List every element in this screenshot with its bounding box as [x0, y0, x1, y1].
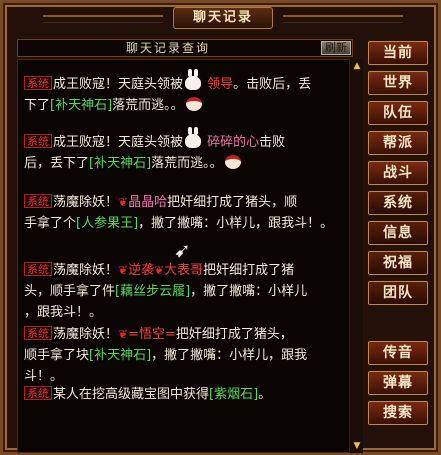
search-button[interactable]: 搜索 [368, 401, 428, 425]
message-text: 击败 [259, 135, 286, 150]
message-text: 斗！。 [24, 369, 64, 384]
chat-scrollbar[interactable]: ▲ ▼ [349, 59, 363, 453]
message-text: ，撇了撇嘴：小样儿，跟我 [151, 348, 308, 363]
title-ornament-left [43, 15, 163, 23]
message-text: 下了 [24, 98, 51, 113]
system-tag[interactable]: 系统 [24, 76, 52, 90]
message-text: ，跟我斗！。 [24, 305, 103, 320]
item-link[interactable]: [藕丝步云履] [115, 284, 190, 299]
whisper-button[interactable]: 传音 [368, 341, 428, 365]
item-link[interactable]: [补天神石] [89, 348, 151, 363]
double-chevron-down-icon[interactable]: ▼ [350, 439, 364, 453]
channel-button-current[interactable]: 当前 [368, 41, 428, 65]
system-tag[interactable]: 系统 [24, 194, 52, 208]
player-name[interactable]: 晶晶哈 [128, 195, 167, 210]
window-title: 聊天记录 [173, 7, 273, 29]
system-tag[interactable]: 系统 [24, 386, 52, 400]
chat-message-list[interactable]: 系统 成王败寇！天庭头领被 领导。击败后，丢 下了[补天神石]落荒而逃。。 系统成… [17, 59, 351, 453]
message-text: 荡魔除妖！ [53, 263, 119, 278]
message-text: ，撇了撇嘴：小样儿，跟我斗！。 [138, 216, 334, 231]
double-chevron-up-icon[interactable]: ▲ [350, 59, 364, 73]
player-name[interactable]: 碎碎的心 [207, 135, 259, 150]
barrage-button[interactable]: 弹幕 [368, 371, 428, 395]
message-text: 顺手拿了块 [24, 348, 90, 363]
chat-message: 系统 某人在挖高级藏宝图中获得[紫烟石]。 [24, 384, 346, 405]
message-text: 成王败寇！天庭头领被 [53, 135, 184, 150]
channel-button-guild[interactable]: 帮派 [368, 131, 428, 155]
system-tag[interactable]: 系统 [24, 326, 52, 340]
face-emote-icon [185, 97, 202, 111]
player-name-suffix[interactable]: 大表哥 [164, 263, 203, 278]
message-text: 。 [258, 387, 272, 402]
system-tag[interactable]: 系统 [24, 262, 52, 276]
message-text: 荡魔除妖！ [53, 327, 119, 342]
message-text: 。击败后，丢 [233, 77, 312, 92]
message-text: 手拿了个 [24, 216, 77, 231]
query-label: 聊天记录查询 [125, 41, 210, 55]
message-text: 把奸细打成了猪头，顺 [167, 195, 298, 210]
item-link[interactable]: [紫烟石] [209, 387, 258, 402]
message-text: 落荒而逃。。 [151, 156, 223, 171]
channel-button-battle[interactable]: 战斗 [368, 161, 428, 185]
message-text: 把奸细打成了猪 [203, 263, 295, 278]
channel-button-world[interactable]: 世界 [368, 71, 428, 95]
player-name[interactable]: 领导 [207, 77, 233, 92]
message-text: 落荒而逃。。 [112, 98, 184, 113]
message-text: 后，丢下了 [24, 156, 90, 171]
chat-message: 系统 荡魔除妖！❦=悟空=把奸细打成了猪头， 顺手拿了块[补天神石]，撇了撇嘴：小… [24, 324, 346, 387]
message-text: 头，顺手拿了件 [24, 284, 116, 299]
rose-icon: ❦ [154, 263, 165, 277]
channel-button-info[interactable]: 信息 [368, 221, 428, 245]
refresh-button[interactable]: 刷新 [321, 41, 351, 55]
rose-icon: ❦ [118, 327, 129, 341]
item-link[interactable]: [人参果王] [76, 216, 138, 231]
chat-message: 系统 荡魔除妖！❦晶晶哈把奸细打成了猪头，顺 手拿了个[人参果王]，撇了撇嘴：小样… [24, 192, 346, 234]
player-name[interactable]: =悟空= [128, 327, 176, 342]
chat-log-window: 聊天记录 聊天记录查询 刷新 系统 成王败寇！天庭头领被 领导。击败后，丢 下了[… [0, 0, 441, 455]
channel-button-blessing[interactable]: 祝福 [368, 251, 428, 275]
bunny-emote-icon [185, 69, 202, 90]
message-text: 成王败寇！天庭头领被 [53, 77, 184, 92]
message-text: ，撇了撇嘴：小样儿 [190, 284, 308, 299]
chat-message: 系统 成王败寇！天庭头领被 领导。击败后，丢 下了[补天神石]落荒而逃。。 [24, 69, 346, 116]
title-ornament-right [283, 15, 403, 23]
message-text: 荡魔除妖！ [53, 195, 119, 210]
channel-button-group[interactable]: 团队 [368, 281, 428, 305]
system-tag[interactable]: 系统 [24, 134, 52, 148]
bunny-emote-icon [185, 127, 202, 148]
channel-button-team[interactable]: 队伍 [368, 101, 428, 125]
item-link[interactable]: [补天神石] [50, 98, 112, 113]
message-text: 某人在挖高级藏宝图中获得 [53, 387, 210, 402]
channel-button-system[interactable]: 系统 [368, 191, 428, 215]
rose-icon: ❦ [118, 195, 129, 209]
chat-message: 系统 成王败寇！天庭头领被 碎碎的心击败 后，丢下了[补天神石]落荒而逃。。 [24, 127, 346, 174]
player-name[interactable]: 逆袭 [128, 263, 154, 278]
mouse-cursor-icon: ➹ [174, 238, 191, 262]
query-bar: 聊天记录查询 刷新 [17, 39, 353, 57]
item-link[interactable]: [补天神石] [89, 156, 151, 171]
chat-message: 系统 荡魔除妖！❦逆袭❦大表哥把奸细打成了猪 头，顺手拿了件[藕丝步云履]，撇了撇… [24, 260, 346, 323]
rose-icon: ❦ [118, 263, 129, 277]
message-text: 把奸细打成了猪头， [175, 327, 293, 342]
face-emote-icon [224, 155, 241, 169]
